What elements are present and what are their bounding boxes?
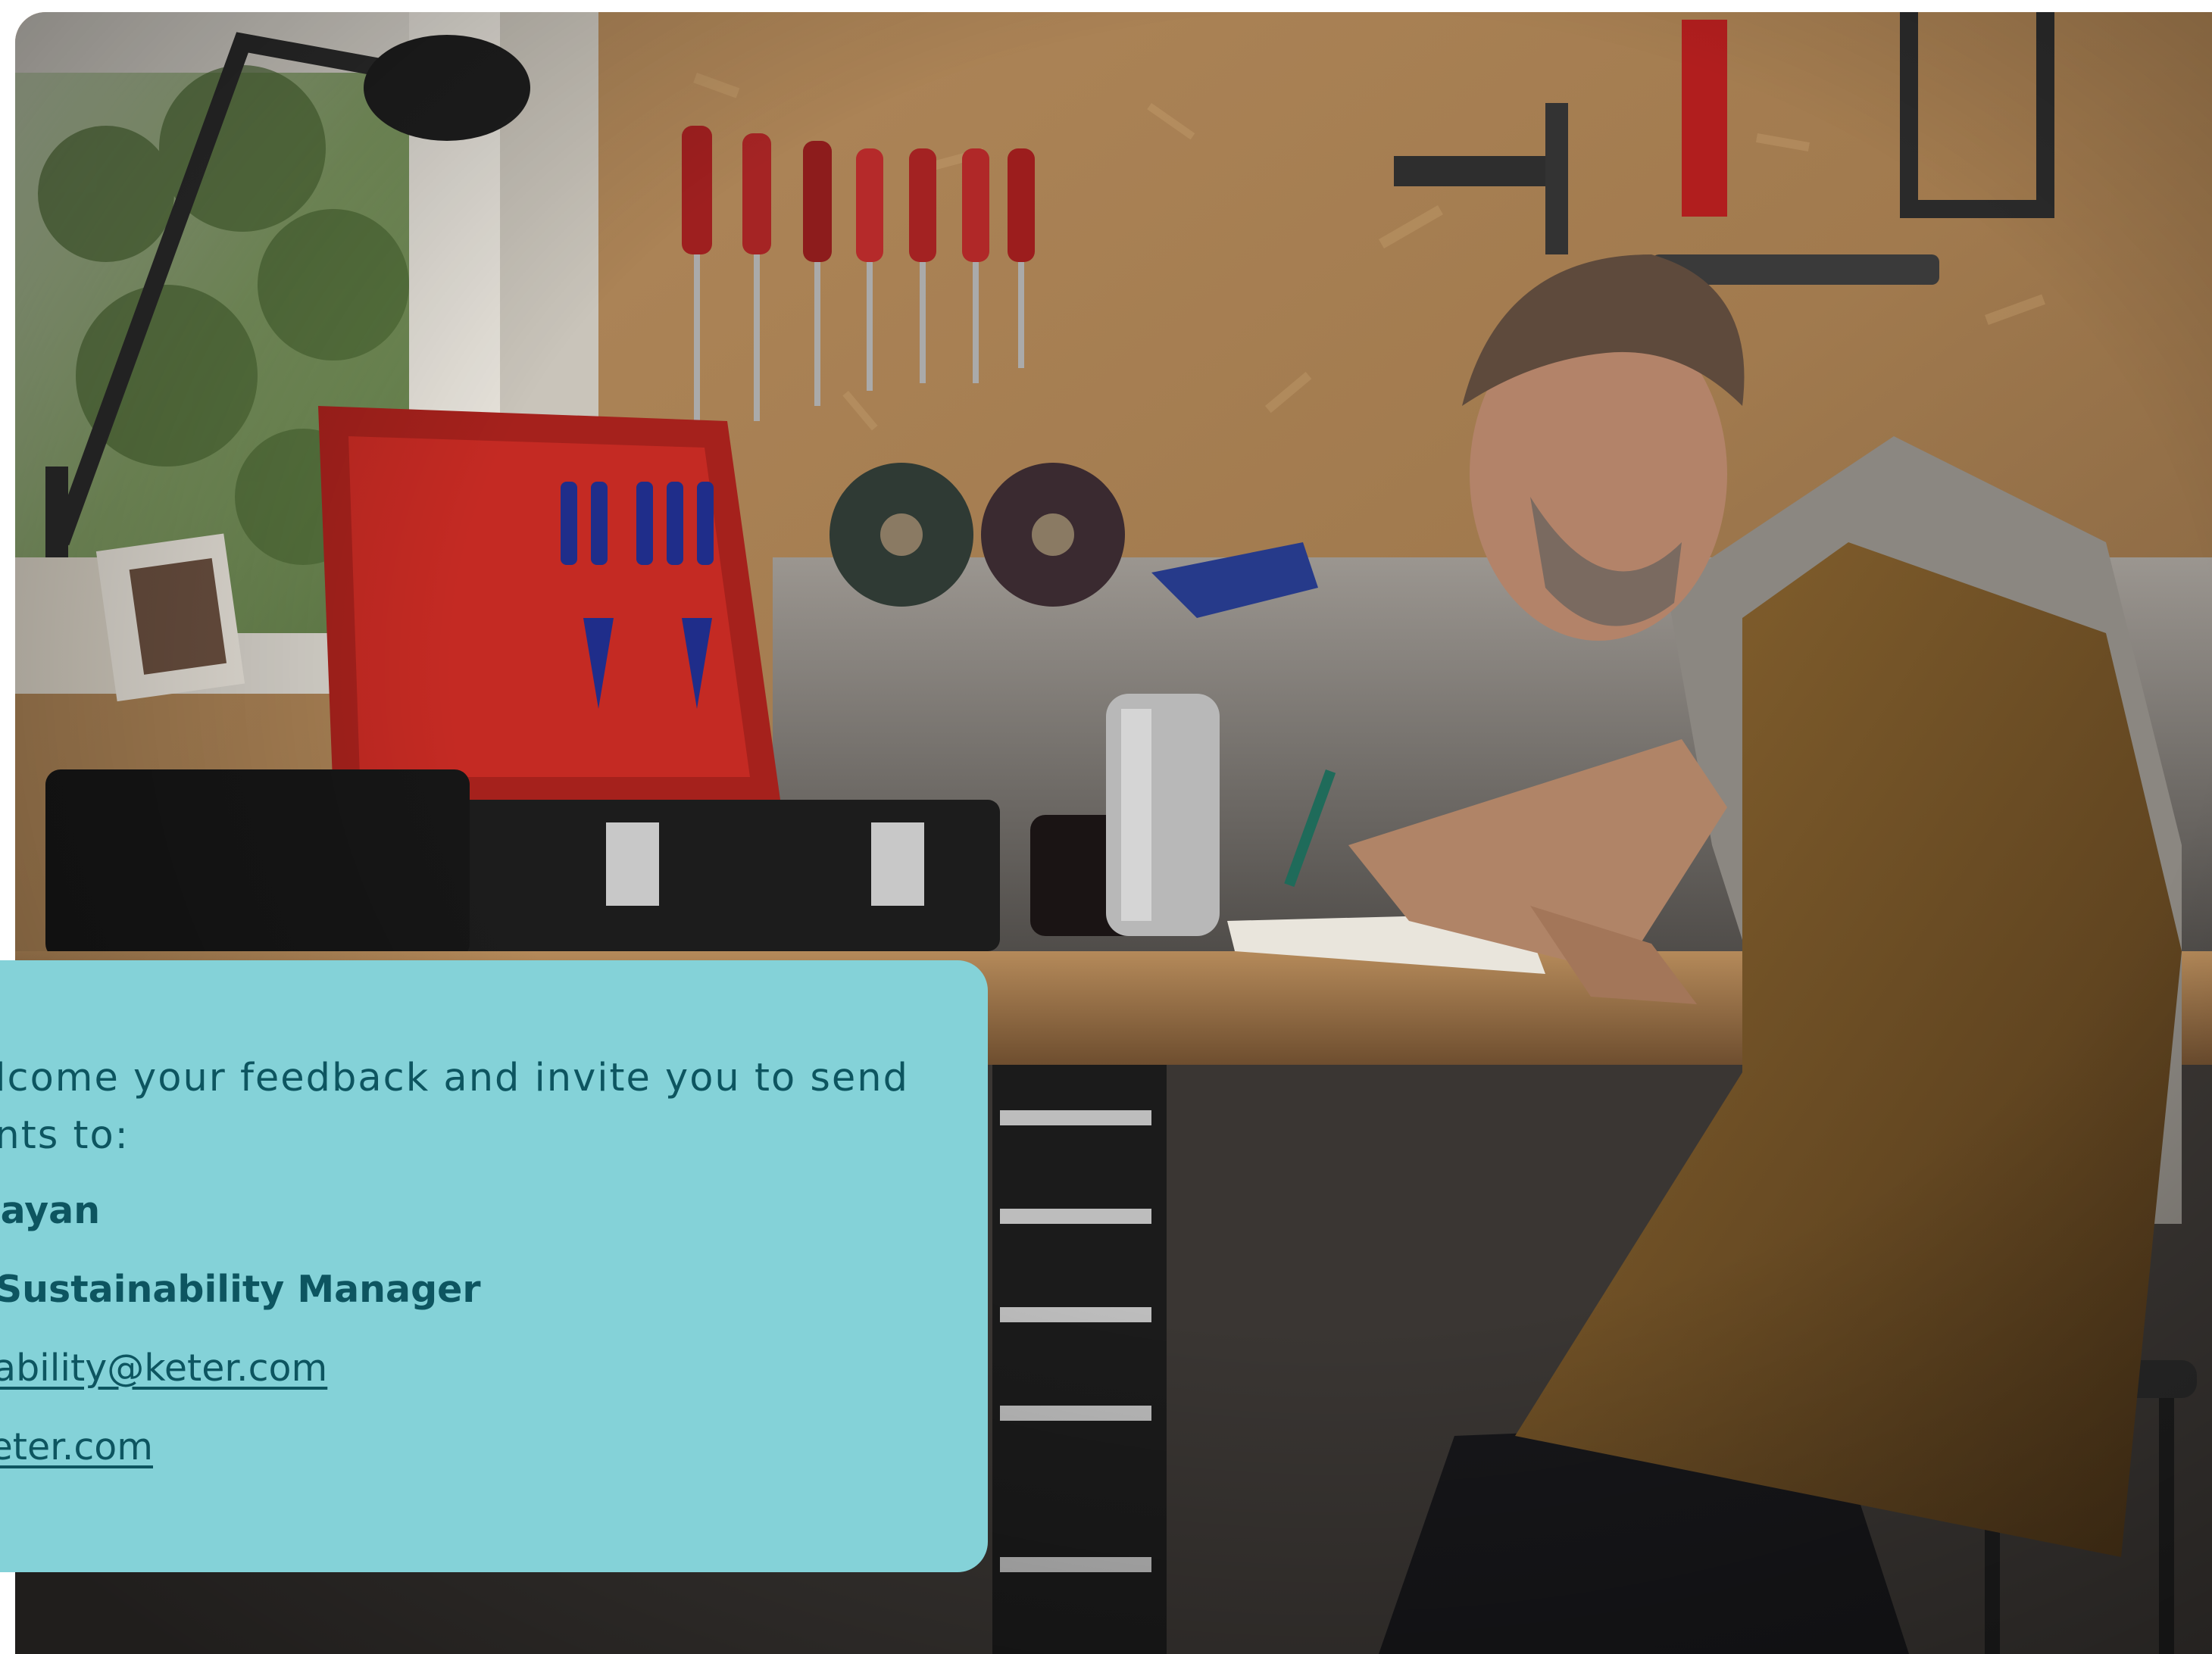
contact-card: elcome your feedback and invite you to s…	[0, 960, 988, 1572]
contact-name: Dayan	[0, 1189, 101, 1232]
feedback-intro-text: elcome your feedback and invite you to s…	[0, 1056, 909, 1158]
page: elcome your feedback and invite you to s…	[0, 0, 2212, 1654]
website-link[interactable]: keter.com	[0, 1425, 153, 1468]
contact-role: l Sustainability Manager	[0, 1268, 481, 1311]
contact-email-link[interactable]: nability@keter.com	[0, 1347, 327, 1390]
